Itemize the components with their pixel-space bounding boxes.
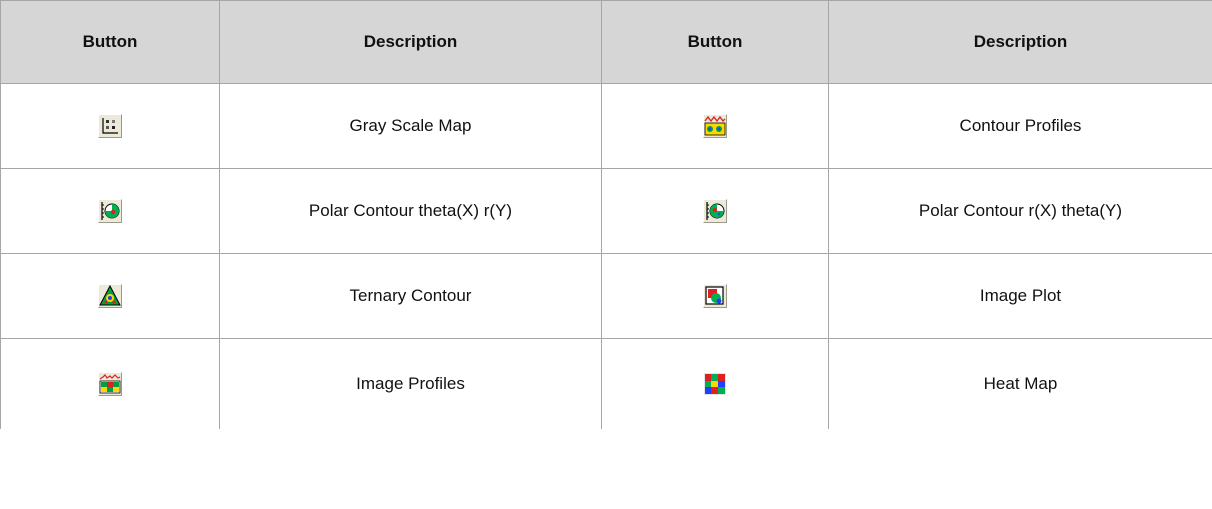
description-cell: Image Profiles (219, 338, 602, 429)
contour-profiles-icon (703, 114, 727, 138)
button-description-table: Button Description Button Description Gr… (0, 0, 1212, 429)
ternary-contour-icon (98, 284, 122, 308)
button-reference-sheet: Button Description Button Description Gr… (0, 0, 1212, 509)
description-cell: Gray Scale Map (219, 83, 602, 169)
header-button-col-left: Button (0, 0, 220, 84)
image-profiles-icon (98, 372, 122, 396)
button-cell (0, 338, 220, 429)
button-cell (601, 253, 829, 339)
table-row: Ternary Contour Image Plot (0, 253, 1212, 339)
description-cell: Image Plot (828, 253, 1212, 339)
button-cell (0, 168, 220, 254)
header-description-col-left: Description (219, 0, 602, 84)
description-cell: Contour Profiles (828, 83, 1212, 169)
description-cell: Heat Map (828, 338, 1212, 429)
polar-contour-r-x-theta-y-icon (703, 199, 727, 223)
description-cell: Ternary Contour (219, 253, 602, 339)
description-cell: Polar Contour theta(X) r(Y) (219, 168, 602, 254)
button-cell (601, 168, 829, 254)
gray-scale-map-icon (98, 114, 122, 138)
button-cell (0, 83, 220, 169)
header-description-col-right: Description (828, 0, 1212, 84)
table-header-row: Button Description Button Description (0, 0, 1212, 84)
image-plot-icon (703, 284, 727, 308)
button-cell (0, 253, 220, 339)
header-button-col-right: Button (601, 0, 829, 84)
heat-map-icon (703, 372, 727, 396)
table-row: Image Profiles Heat Map (0, 338, 1212, 429)
button-cell (601, 338, 829, 429)
polar-contour-theta-x-r-y-icon (98, 199, 122, 223)
table-row: Gray Scale Map Contour Profiles (0, 83, 1212, 169)
button-cell (601, 83, 829, 169)
description-cell: Polar Contour r(X) theta(Y) (828, 168, 1212, 254)
table-row: Polar Contour theta(X) r(Y) Polar Contou… (0, 168, 1212, 254)
